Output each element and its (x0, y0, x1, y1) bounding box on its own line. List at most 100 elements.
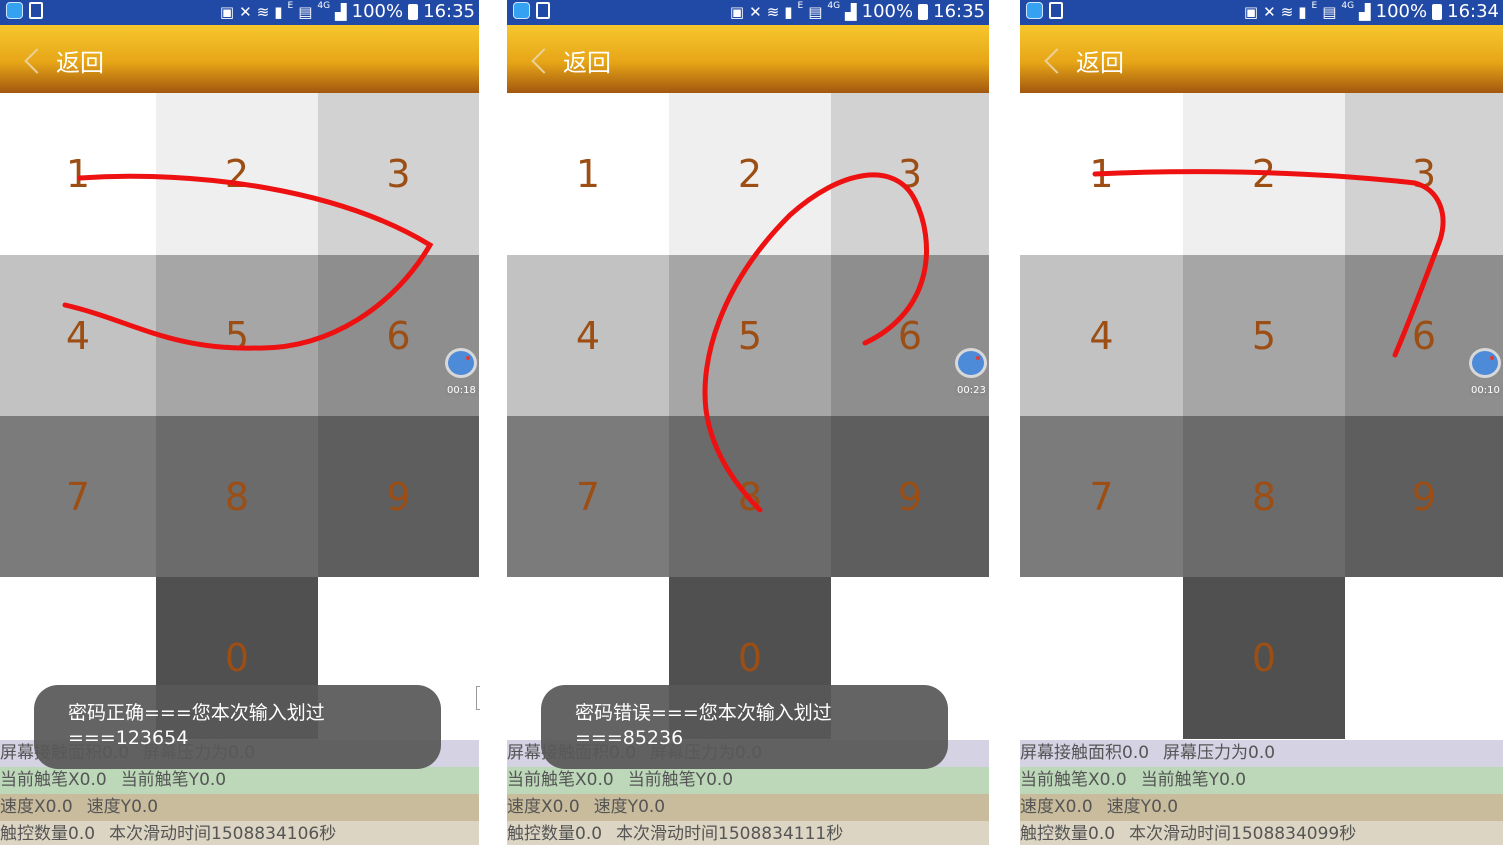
network-type-e: E (797, 0, 804, 11)
pen-x-label: 当前触笔X0.0 (0, 770, 107, 790)
key-1[interactable]: 1 (0, 93, 156, 255)
screenshot-notification-icon (1049, 2, 1063, 19)
back-button[interactable]: 返回 (1042, 43, 1124, 78)
toast-line-2: ===85236 (575, 727, 684, 749)
mute-icon: ✕ (239, 2, 252, 21)
info-row: 触控数量0.0 本次滑动时间1508834106秒 (0, 821, 479, 845)
touch-count-label: 触控数量0.0 (0, 824, 96, 844)
key-8[interactable]: 8 (1183, 416, 1345, 577)
speed-x-label: 速度X0.0 (0, 797, 73, 817)
toast-line-1: 密码错误===您本次输入划过 (575, 702, 832, 724)
key-5[interactable]: 5 (1183, 255, 1345, 416)
speed-y-label: 速度Y0.0 (593, 797, 666, 817)
status-left (6, 2, 43, 19)
key-7[interactable]: 7 (507, 416, 669, 577)
status-bar: ▣ ✕ ≋ ▮ E ▤ 4G ▟ 100% 16:34 (1020, 0, 1503, 25)
swipe-time-label: 本次滑动时间1508834099秒 (1129, 824, 1357, 844)
signal-box-icon: ▤ (298, 2, 313, 21)
app-notification-icon (6, 2, 23, 19)
key-1[interactable]: 1 (1020, 93, 1183, 255)
signal-icon: ▟ (1359, 2, 1371, 21)
battery-percent: 100% (1375, 1, 1428, 22)
phone-screen-1: ▣ ✕ ≋ ▮ E ▤ 4G ▟ 100% 16:35 返回 123456789… (0, 0, 479, 845)
key-1[interactable]: 1 (507, 93, 669, 255)
info-row: 速度X0.0 速度Y0.0 (0, 794, 479, 821)
signal-box-icon: ▤ (808, 2, 823, 21)
info-row: 当前触笔X0.0 当前触笔Y0.0 (1020, 767, 1503, 794)
status-right: ▣ ✕ ≋ ▮ E ▤ 4G ▟ 100% 16:35 (730, 0, 985, 23)
pen-y-label: 当前触笔Y0.0 (1140, 770, 1247, 790)
battery-icon (918, 3, 929, 20)
battery-icon (1432, 3, 1443, 20)
signal-box-icon: ▤ (1322, 2, 1337, 21)
gesture-keypad[interactable]: 1234567890 (0, 93, 479, 739)
back-chevron-icon (531, 47, 557, 74)
screenshot-notification-icon (29, 2, 43, 19)
key-4[interactable]: 4 (1020, 255, 1183, 416)
divider-mark (476, 686, 480, 710)
key-8[interactable]: 8 (156, 416, 318, 577)
key-2[interactable]: 2 (1183, 93, 1345, 255)
app-notification-icon (1026, 2, 1043, 19)
screen-record-icon[interactable] (445, 348, 477, 378)
network-type-4g: 4G (317, 0, 331, 11)
speed-x-label: 速度X0.0 (1020, 797, 1093, 817)
key-3[interactable]: 3 (1345, 93, 1503, 255)
screen-record-icon[interactable] (1469, 348, 1501, 378)
key-8[interactable]: 8 (669, 416, 831, 577)
result-toast: 密码正确===您本次输入划过 ===123654 (34, 685, 441, 769)
clock: 16:35 (933, 1, 985, 22)
touch-count-label: 触控数量0.0 (1020, 824, 1116, 844)
key-5[interactable]: 5 (156, 255, 318, 416)
result-toast: 密码错误===您本次输入划过 ===85236 (541, 685, 948, 769)
gesture-keypad[interactable]: 1234567890 (1020, 93, 1503, 739)
touch-area-label: 屏幕接触面积0.0 (1020, 743, 1150, 763)
signal-icon: ▟ (335, 2, 347, 21)
key-7[interactable]: 7 (1020, 416, 1183, 577)
back-chevron-icon (1044, 47, 1070, 74)
toast-line-2: ===123654 (68, 727, 189, 749)
sim-icon: ▮ (274, 2, 283, 21)
network-type-4g: 4G (827, 0, 841, 11)
screen-record-icon[interactable] (955, 348, 987, 378)
key-3[interactable]: 3 (831, 93, 989, 255)
signal-icon: ▟ (845, 2, 857, 21)
title-bar: 返回 (1020, 25, 1503, 93)
key-5[interactable]: 5 (669, 255, 831, 416)
pen-x-label: 当前触笔X0.0 (1020, 770, 1127, 790)
battery-percent: 100% (861, 1, 914, 22)
status-left (1026, 2, 1063, 19)
touch-count-label: 触控数量0.0 (507, 824, 603, 844)
toast-line-1: 密码正确===您本次输入划过 (68, 702, 325, 724)
info-row: 触控数量0.0 本次滑动时间1508834099秒 (1020, 821, 1503, 845)
app-notification-icon (513, 2, 530, 19)
phone-screen-2: ▣ ✕ ≋ ▮ E ▤ 4G ▟ 100% 16:35 返回 123456789… (507, 0, 989, 845)
back-button[interactable]: 返回 (529, 43, 611, 78)
cast-icon: ▣ (219, 2, 235, 21)
wifi-icon: ≋ (1280, 2, 1294, 21)
back-label: 返回 (1076, 49, 1124, 77)
key-3[interactable]: 3 (318, 93, 479, 255)
swipe-time-label: 本次滑动时间1508834106秒 (109, 824, 337, 844)
key-9[interactable]: 9 (1345, 416, 1503, 577)
gesture-keypad[interactable]: 1234567890 (507, 93, 989, 739)
info-row: 触控数量0.0 本次滑动时间1508834111秒 (507, 821, 989, 845)
network-type-e: E (287, 0, 294, 11)
clock: 16:34 (1447, 1, 1499, 22)
cast-icon: ▣ (1243, 2, 1259, 21)
status-right: ▣ ✕ ≋ ▮ E ▤ 4G ▟ 100% 16:34 (1243, 1, 1499, 23)
info-row: 当前触笔X0.0 当前触笔Y0.0 (507, 767, 989, 794)
key-2[interactable]: 2 (669, 93, 831, 255)
key-7[interactable]: 7 (0, 416, 156, 577)
key-2[interactable]: 2 (156, 93, 318, 255)
key-9[interactable]: 9 (831, 416, 989, 577)
key-4[interactable]: 4 (0, 255, 156, 416)
back-button[interactable]: 返回 (22, 43, 104, 78)
key-4[interactable]: 4 (507, 255, 669, 416)
key-9[interactable]: 9 (318, 416, 479, 577)
key-0[interactable]: 0 (1183, 577, 1345, 739)
status-bar: ▣ ✕ ≋ ▮ E ▤ 4G ▟ 100% 16:35 (0, 0, 479, 25)
record-timer: 00:10 (1469, 385, 1502, 396)
status-right: ▣ ✕ ≋ ▮ E ▤ 4G ▟ 100% 16:35 (219, 0, 475, 23)
title-bar: 返回 (507, 25, 989, 93)
